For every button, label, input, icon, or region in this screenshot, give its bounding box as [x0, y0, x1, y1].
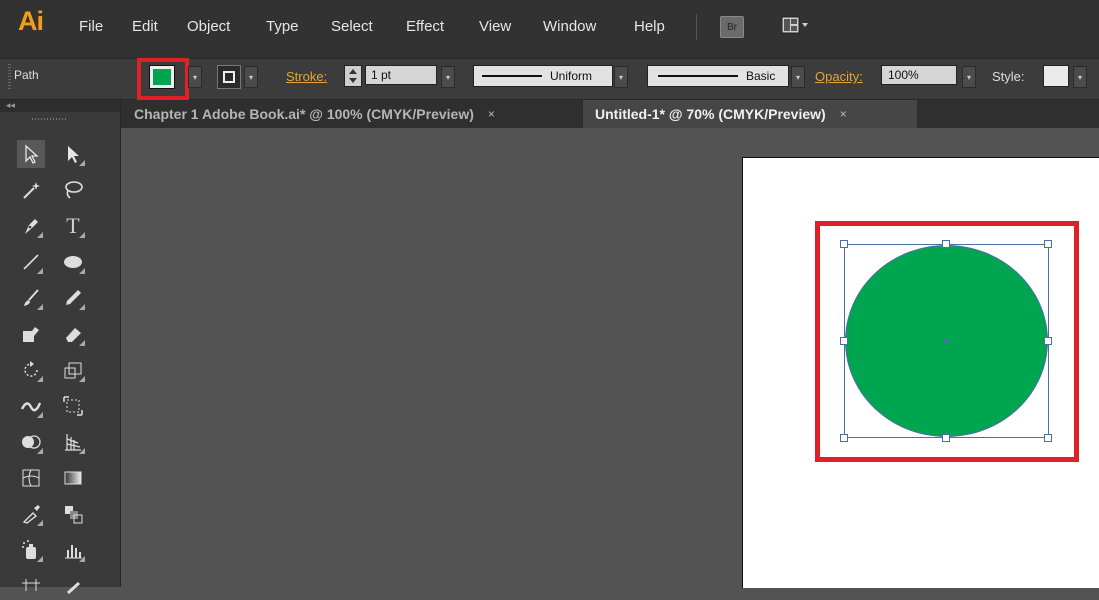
style-dropdown-arrow[interactable]: ▾	[1073, 66, 1087, 88]
menu-divider	[696, 14, 697, 40]
brush-definition[interactable]: Basic	[647, 65, 789, 87]
opacity-panel-link[interactable]: Opacity:	[815, 69, 863, 84]
tab-label: Chapter 1 Adobe Book.ai* @ 100% (CMYK/Pr…	[134, 106, 474, 122]
column-graph-icon[interactable]	[59, 536, 87, 564]
menu-window[interactable]: Window	[543, 18, 596, 35]
scale-icon[interactable]	[59, 356, 87, 384]
tab-untitled-1[interactable]: Untitled-1* @ 70% (CMYK/Preview) ×	[583, 100, 917, 128]
eyedropper-icon[interactable]	[17, 500, 45, 528]
lasso-icon[interactable]	[59, 176, 87, 204]
arrange-documents-icon[interactable]	[781, 15, 809, 37]
stroke-weight-dropdown[interactable]: ▾	[441, 66, 455, 88]
handle-middle-left[interactable]	[840, 337, 848, 345]
free-transform-icon[interactable]	[59, 392, 87, 420]
type-icon[interactable]: T	[59, 212, 87, 240]
magic-wand-icon[interactable]	[17, 176, 45, 204]
profile-label: Uniform	[550, 69, 593, 83]
stroke-weight-spinner[interactable]	[344, 65, 362, 87]
stroke-swatch[interactable]	[217, 65, 241, 89]
tools-panel-header[interactable]: ◂◂	[0, 100, 120, 120]
tab-label: Untitled-1* @ 70% (CMYK/Preview)	[595, 106, 826, 122]
selection-type-label: Path	[14, 68, 39, 82]
menu-object[interactable]: Object	[187, 18, 230, 35]
artboard-icon[interactable]	[17, 572, 45, 600]
basic-line-preview	[658, 75, 738, 77]
gradient-icon[interactable]	[59, 464, 87, 492]
handle-top-left[interactable]	[840, 240, 848, 248]
panel-grip	[32, 118, 68, 120]
fill-color-chip	[153, 69, 171, 85]
menu-file[interactable]: File	[79, 18, 103, 35]
tool-grid: T	[17, 140, 110, 595]
profile-dropdown-arrow[interactable]: ▾	[614, 66, 628, 88]
menu-help[interactable]: Help	[634, 18, 665, 35]
pen-icon[interactable]	[17, 212, 45, 240]
tab-close-icon[interactable]: ×	[840, 107, 847, 121]
control-bar-grip[interactable]	[8, 64, 11, 90]
graphic-style-swatch[interactable]	[1043, 65, 1069, 87]
collapse-icon[interactable]: ◂◂	[6, 100, 15, 111]
bridge-icon-label: Br	[727, 21, 737, 33]
eraser-icon[interactable]	[59, 320, 87, 348]
variable-width-profile[interactable]: Uniform	[473, 65, 613, 87]
center-point	[944, 339, 948, 343]
selection-icon[interactable]	[17, 140, 45, 168]
line-segment-icon[interactable]	[17, 248, 45, 276]
handle-top-right[interactable]	[1044, 240, 1052, 248]
handle-middle-right[interactable]	[1044, 337, 1052, 345]
style-label: Style:	[992, 69, 1025, 84]
uniform-line-preview	[482, 75, 542, 77]
menu-type[interactable]: Type	[266, 18, 299, 35]
menu-effect[interactable]: Effect	[406, 18, 444, 35]
paintbrush-icon[interactable]	[17, 284, 45, 312]
perspective-grid-icon[interactable]	[59, 428, 87, 456]
symbol-sprayer-icon[interactable]	[17, 536, 45, 564]
menu-view[interactable]: View	[479, 18, 511, 35]
shape-builder-icon[interactable]	[17, 428, 45, 456]
bridge-icon[interactable]: Br	[720, 16, 744, 38]
menu-edit[interactable]: Edit	[132, 18, 158, 35]
stroke-weight-field[interactable]: 1 pt	[365, 65, 437, 85]
opacity-dropdown-arrow[interactable]: ▾	[962, 66, 976, 88]
blob-brush-icon[interactable]	[17, 320, 45, 348]
ellipse-icon[interactable]	[59, 248, 87, 276]
stroke-color-chip	[223, 71, 235, 83]
handle-bottom-right[interactable]	[1044, 434, 1052, 442]
blend-icon[interactable]	[59, 500, 87, 528]
handle-top-center[interactable]	[942, 240, 950, 248]
mesh-icon[interactable]	[17, 464, 45, 492]
brush-dropdown-arrow[interactable]: ▾	[791, 66, 805, 88]
tab-close-icon[interactable]: ×	[488, 107, 495, 121]
opacity-field[interactable]: 100%	[881, 65, 957, 85]
fill-dropdown-arrow[interactable]: ▾	[188, 66, 202, 88]
stroke-panel-link[interactable]: Stroke:	[286, 69, 327, 84]
direct-selection-icon[interactable]	[59, 140, 87, 168]
width-icon[interactable]	[17, 392, 45, 420]
slice-icon[interactable]	[59, 572, 87, 600]
pencil-icon[interactable]	[59, 284, 87, 312]
stroke-dropdown-arrow[interactable]: ▾	[244, 66, 258, 88]
fill-swatch[interactable]	[149, 65, 175, 89]
app-logo: Ai	[18, 6, 44, 36]
menu-select[interactable]: Select	[331, 18, 373, 35]
brush-label: Basic	[746, 69, 776, 83]
rotate-icon[interactable]	[17, 356, 45, 384]
tab-chapter-1-document[interactable]: Chapter 1 Adobe Book.ai* @ 100% (CMYK/Pr…	[120, 100, 582, 128]
handle-bottom-left[interactable]	[840, 434, 848, 442]
handle-bottom-center[interactable]	[942, 434, 950, 442]
